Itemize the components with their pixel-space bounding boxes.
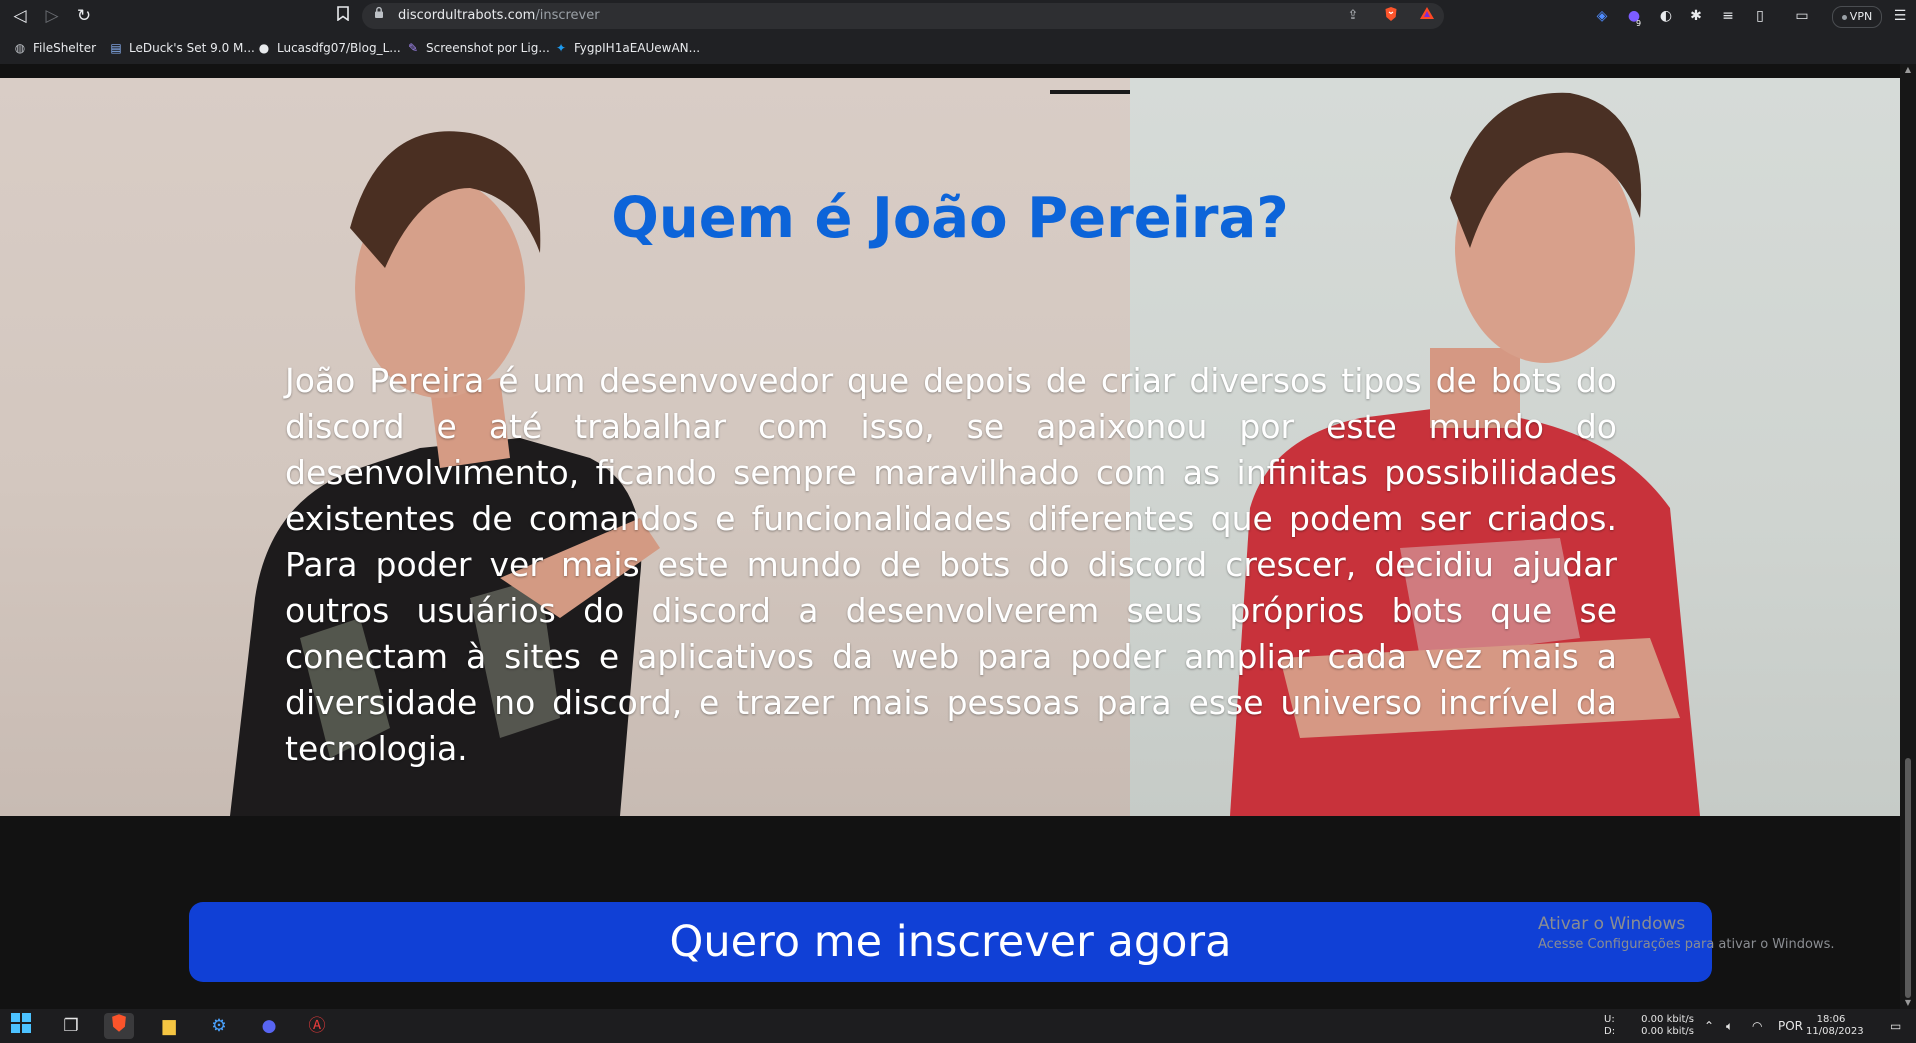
address-bar[interactable]: discordultrabots.com/inscrever ⇪ <box>362 3 1444 29</box>
windows-activation-watermark: Ativar o Windows Acesse Configurações pa… <box>1538 914 1834 952</box>
download-speed: 0.00 kbit/s <box>1641 1026 1694 1037</box>
scroll-thumb[interactable] <box>1905 758 1911 998</box>
brave-shield-icon[interactable] <box>1380 6 1402 26</box>
globe-icon: ◍ <box>14 41 26 55</box>
page-scrollbar[interactable]: ▲ ▼ <box>1900 64 1916 1009</box>
duck-icon: ▤ <box>110 41 122 55</box>
hero-title: Quem é João Pereira? <box>611 186 1289 251</box>
language-indicator[interactable]: POR <box>1778 1017 1803 1035</box>
extension-shield-icon[interactable]: ◈ <box>1590 5 1614 27</box>
bookmark-label: FileShelter <box>33 41 97 55</box>
upload-speed: 0.00 kbit/s <box>1641 1014 1694 1025</box>
browser-toolbar: ◁ ▷ ↻ discordultrabots.com/inscrever ⇪ ◈… <box>0 0 1916 32</box>
wallet-icon[interactable]: ▭ <box>1790 5 1814 27</box>
extensions-puzzle-icon[interactable]: ✱ <box>1684 5 1708 27</box>
bookmarks-bar: ◍ FileShelter ▤ LeDuck's Set 9.0 M... ● Luc… <box>0 32 1916 64</box>
reload-icon[interactable]: ↻ <box>72 4 96 28</box>
scroll-down-icon[interactable]: ▼ <box>1900 997 1916 1009</box>
forward-icon[interactable]: ▷ <box>40 4 64 28</box>
windows-taskbar: ❐ ▆ ⚙ ● Ⓐ U: 0.00 kbit/s D: 0.00 kbit/s … <box>0 1009 1916 1043</box>
bookmark-label: LeDuck's Set 9.0 M... <box>129 41 255 55</box>
bookmark-item[interactable]: ● Lucasdfg07/Blog_L... <box>256 40 401 56</box>
lock-icon <box>374 6 384 23</box>
scroll-up-icon[interactable]: ▲ <box>1900 64 1916 76</box>
subscribe-button[interactable]: Quero me inscrever agora <box>189 902 1712 982</box>
notifications-icon[interactable]: ▭ <box>1890 1017 1901 1035</box>
extension-profile-icon[interactable]: ◐ <box>1654 5 1678 27</box>
bookmark-label: FygpIH1aEAUewAN... <box>574 41 701 55</box>
menu-icon[interactable]: ☰ <box>1888 5 1912 27</box>
volume-icon[interactable]: 🔈︎ <box>1726 1017 1733 1035</box>
bookmark-item[interactable]: ◍ FileShelter <box>12 40 96 56</box>
clock-date: 11/08/2023 <box>1806 1026 1864 1037</box>
file-explorer-icon[interactable]: ▆ <box>154 1013 184 1039</box>
upload-label: U: <box>1604 1014 1615 1025</box>
share-icon[interactable]: ⇪ <box>1342 6 1364 26</box>
brave-rewards-icon[interactable] <box>1416 6 1438 26</box>
hero-paragraph: João Pereira é um desenvovedor que depoi… <box>285 361 1617 768</box>
url-text[interactable]: discordultrabots.com/inscrever <box>398 8 600 23</box>
sidebar-icon[interactable]: ▯ <box>1748 5 1772 27</box>
watermark-subtitle: Acesse Configurações para ativar o Windo… <box>1538 937 1835 952</box>
back-icon[interactable]: ◁ <box>8 4 32 28</box>
page-content: Quem é João Pereira? João Pereira é um d… <box>0 64 1900 1009</box>
vpn-label: VPN <box>1849 10 1873 23</box>
chevron-up-icon[interactable]: ⌃ <box>1704 1017 1714 1035</box>
clock-time: 18:06 <box>1816 1014 1846 1025</box>
download-label: D: <box>1604 1026 1616 1037</box>
bookmark-icon[interactable] <box>333 4 353 28</box>
bookmark-label: Lucasdfg07/Blog_L... <box>277 41 401 55</box>
wifi-icon[interactable]: ◠ <box>1752 1017 1762 1035</box>
url-domain: discordultrabots.com <box>398 8 536 23</box>
playlist-icon[interactable]: ≡ <box>1716 5 1740 27</box>
twitter-icon: ✦ <box>555 41 567 55</box>
brave-browser-icon[interactable] <box>104 1013 134 1039</box>
windows-start-icon[interactable] <box>6 1013 36 1039</box>
system-clock[interactable]: 18:06 11/08/2023 <box>1806 1014 1864 1038</box>
bookmark-item[interactable]: ✎ Screenshot por Lig... <box>405 40 550 56</box>
bookmark-item[interactable]: ✦ FygpIH1aEAUewAN... <box>553 40 700 56</box>
watermark-title: Ativar o Windows <box>1538 914 1686 934</box>
app-a-icon[interactable]: Ⓐ <box>302 1013 332 1039</box>
bookmark-label: Screenshot por Lig... <box>426 41 550 55</box>
bookmark-item[interactable]: ▤ LeDuck's Set 9.0 M... <box>108 40 255 56</box>
task-view-icon[interactable]: ❐ <box>56 1013 86 1039</box>
feather-icon: ✎ <box>407 41 419 55</box>
discord-icon[interactable]: ● <box>254 1013 284 1039</box>
header-divider <box>1050 90 1130 94</box>
hero-section: Quem é João Pereira? João Pereira é um d… <box>0 78 1900 816</box>
vpn-button[interactable]: VPN <box>1832 6 1882 28</box>
vscode-icon[interactable]: ⚙ <box>204 1013 234 1039</box>
url-path: /inscrever <box>535 8 600 23</box>
extension-badge-icon[interactable]: ● 9 <box>1622 5 1646 28</box>
github-icon: ● <box>258 41 270 55</box>
